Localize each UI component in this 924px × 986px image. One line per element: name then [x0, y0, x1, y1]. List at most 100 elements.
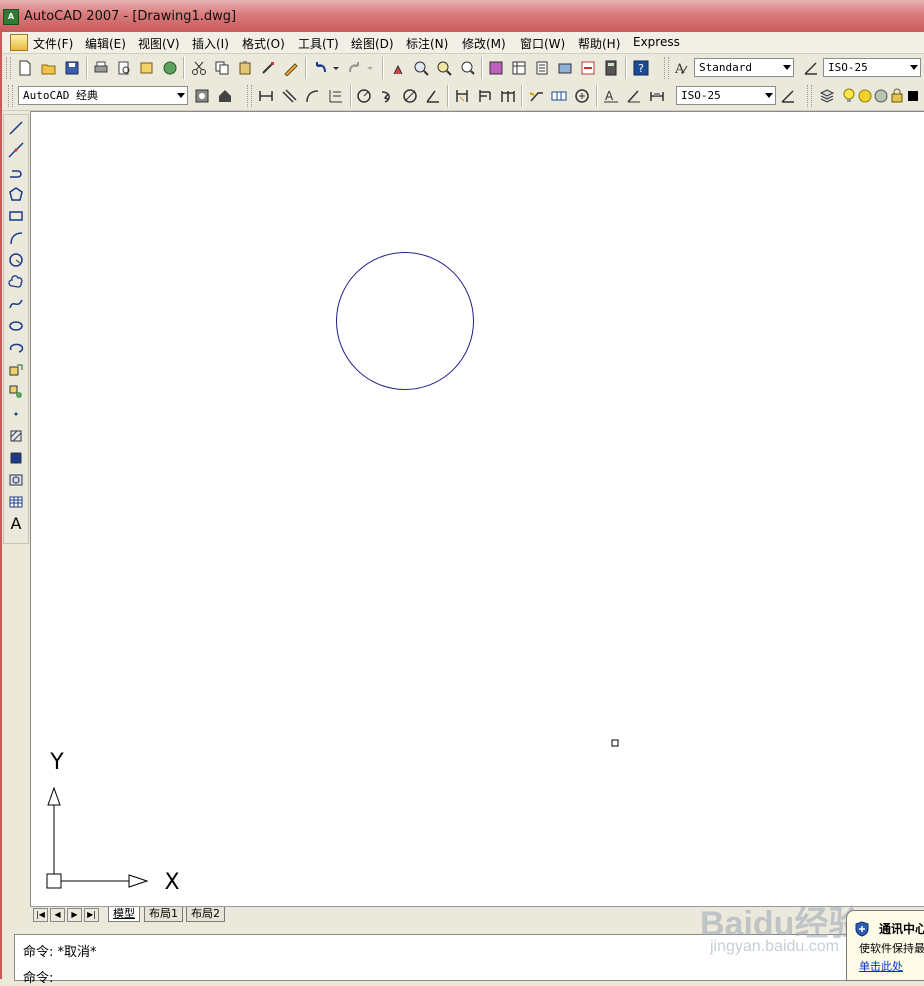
toolbar-grip[interactable]: [664, 57, 669, 79]
drawn-circle[interactable]: [336, 252, 474, 390]
autocad-app-icon[interactable]: A: [3, 9, 19, 25]
jogged-dimension-icon[interactable]: [378, 87, 396, 105]
workspace-settings-icon[interactable]: [193, 87, 211, 105]
tab-layout1[interactable]: 布局1: [144, 907, 183, 922]
menu-tools[interactable]: 工具(T): [298, 35, 339, 52]
gradient-icon[interactable]: [7, 449, 25, 467]
multiline-text-icon[interactable]: A: [7, 515, 25, 533]
zoom-window-icon[interactable]: [435, 59, 453, 77]
aligned-dimension-icon[interactable]: [280, 87, 298, 105]
save-icon[interactable]: [63, 59, 81, 77]
make-block-icon[interactable]: [7, 383, 25, 401]
spline-icon[interactable]: [7, 295, 25, 313]
dimension-style-manager-icon[interactable]: [779, 87, 797, 105]
toolbar-grip[interactable]: [247, 85, 252, 107]
polygon-icon[interactable]: [7, 185, 25, 203]
cut-icon[interactable]: [190, 59, 208, 77]
center-mark-icon[interactable]: [573, 87, 591, 105]
last-tab-icon[interactable]: ▶|: [84, 908, 99, 922]
zoom-realtime-icon[interactable]: [412, 59, 430, 77]
drawing-canvas[interactable]: Y X: [30, 111, 924, 907]
communication-center-balloon[interactable]: 通讯中心 使软件保持最 单击此处: [846, 910, 924, 981]
markup-icon[interactable]: [579, 59, 597, 77]
quick-leader-icon[interactable]: [527, 87, 545, 105]
match-properties-icon[interactable]: [259, 59, 277, 77]
sheet-set-icon[interactable]: [556, 59, 574, 77]
properties-icon[interactable]: [487, 59, 505, 77]
command-prompt[interactable]: 命令:: [23, 967, 53, 986]
table-icon[interactable]: [7, 493, 25, 511]
publish-web-icon[interactable]: [161, 59, 179, 77]
model-space[interactable]: Y X: [31, 112, 924, 907]
radius-dimension-icon[interactable]: [355, 87, 373, 105]
tab-layout2[interactable]: 布局2: [186, 907, 225, 922]
dimension-update-icon[interactable]: [648, 87, 666, 105]
quick-dimension-icon[interactable]: [453, 87, 471, 105]
dimension-style-select[interactable]: ISO-25: [823, 58, 921, 77]
toolbar-grip[interactable]: [8, 85, 13, 107]
menu-draw[interactable]: 绘图(D): [351, 35, 394, 52]
dimension-style-icon[interactable]: [802, 59, 820, 77]
zoom-previous-icon[interactable]: [458, 59, 476, 77]
hatch-icon[interactable]: [7, 427, 25, 445]
ordinate-dimension-icon[interactable]: [326, 87, 344, 105]
new-file-icon[interactable]: [16, 59, 34, 77]
rectangle-icon[interactable]: [7, 207, 25, 225]
continue-dimension-icon[interactable]: [499, 87, 517, 105]
ellipse-icon[interactable]: [7, 317, 25, 335]
first-tab-icon[interactable]: |◀: [33, 908, 48, 922]
next-tab-icon[interactable]: ▶: [67, 908, 82, 922]
menu-edit[interactable]: 编辑(E): [85, 35, 126, 52]
copy-icon[interactable]: [213, 59, 231, 77]
document-icon[interactable]: [10, 34, 28, 51]
menu-express[interactable]: Express: [633, 35, 680, 49]
angular-dimension-icon[interactable]: [424, 87, 442, 105]
menu-modify[interactable]: 修改(M): [462, 35, 506, 52]
dimension-style-control[interactable]: ISO-25: [676, 86, 776, 105]
menu-dimension[interactable]: 标注(N): [406, 35, 448, 52]
region-icon[interactable]: [7, 471, 25, 489]
arc-length-icon[interactable]: [303, 87, 321, 105]
polyline-icon[interactable]: [7, 163, 25, 181]
toolbar-grip[interactable]: [807, 85, 812, 107]
menu-format[interactable]: 格式(O): [242, 35, 285, 52]
ellipse-arc-icon[interactable]: [7, 339, 25, 357]
publish-icon[interactable]: [138, 59, 156, 77]
print-preview-icon[interactable]: [115, 59, 133, 77]
my-workspace-icon[interactable]: [216, 87, 234, 105]
design-center-icon[interactable]: [510, 59, 528, 77]
construction-line-icon[interactable]: [7, 141, 25, 159]
layer-color-swatch-icon[interactable]: [904, 87, 922, 105]
tool-palettes-icon[interactable]: [533, 59, 551, 77]
previous-tab-icon[interactable]: ◀: [50, 908, 65, 922]
diameter-dimension-icon[interactable]: [401, 87, 419, 105]
text-style-icon[interactable]: A: [672, 59, 690, 77]
calculator-icon[interactable]: [602, 59, 620, 77]
redo-dropdown-icon[interactable]: [365, 59, 375, 77]
undo-icon[interactable]: [312, 59, 330, 77]
redo-icon[interactable]: [345, 59, 363, 77]
print-icon[interactable]: [92, 59, 110, 77]
workspace-select[interactable]: AutoCAD 经典: [18, 86, 188, 105]
paste-icon[interactable]: [236, 59, 254, 77]
toolbar-grip[interactable]: [6, 57, 11, 79]
tolerance-icon[interactable]: [550, 87, 568, 105]
menu-view[interactable]: 视图(V): [138, 35, 180, 52]
line-icon[interactable]: [7, 119, 25, 137]
circle-icon[interactable]: [7, 251, 25, 269]
arc-icon[interactable]: [7, 229, 25, 247]
insert-block-icon[interactable]: [7, 361, 25, 379]
open-file-icon[interactable]: [40, 59, 58, 77]
menu-file[interactable]: 文件(F): [33, 35, 73, 52]
balloon-link[interactable]: 单击此处: [859, 958, 903, 974]
text-style-select[interactable]: Standard: [694, 58, 794, 77]
menu-window[interactable]: 窗口(W): [520, 35, 565, 52]
block-editor-icon[interactable]: [282, 59, 300, 77]
menu-insert[interactable]: 插入(I): [192, 35, 229, 52]
help-icon[interactable]: ?: [632, 59, 650, 77]
dimension-text-edit-icon[interactable]: [625, 87, 643, 105]
window-titlebar[interactable]: A AutoCAD 2007 - [Drawing1.dwg]: [0, 0, 924, 33]
tab-model[interactable]: 模型: [108, 907, 140, 922]
linear-dimension-icon[interactable]: [257, 87, 275, 105]
dimension-edit-icon[interactable]: A: [602, 87, 620, 105]
